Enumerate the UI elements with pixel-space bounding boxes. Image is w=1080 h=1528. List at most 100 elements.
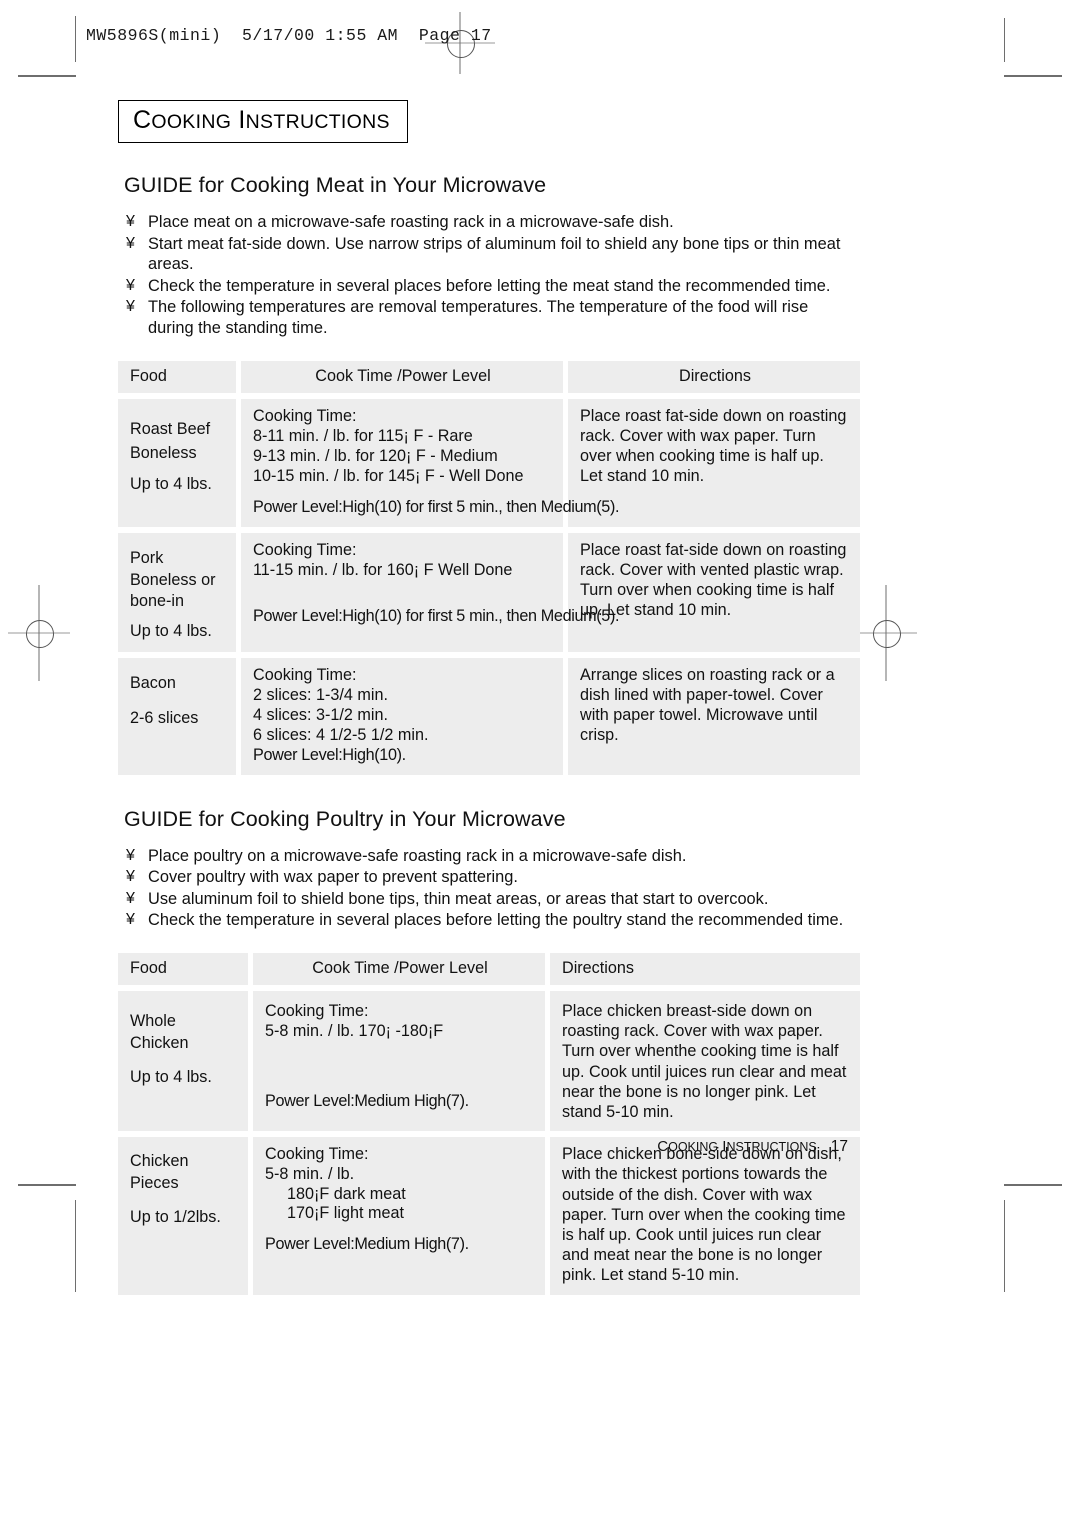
footer-cap-1: C [657,1138,669,1155]
list-item-text: Cover poultry with wax paper to prevent … [148,868,518,887]
printed-page: MW5896S(mini) 5/17/00 1:55 AM Page 17 CO… [0,0,1080,1528]
bullet-glyph-icon: ¥ [126,846,135,864]
registration-mark-left [8,585,70,681]
cook-time-line: 8-11 min. / lb. for 115¡ F - Rare [253,426,473,445]
crop-mark-bottom-left-vertical [75,1200,76,1292]
page-footer: COOKING INSTRUCTIONS 17 [118,1138,848,1156]
cook-time-line: 6 slices: 4 1/2-5 1/2 min. [253,726,429,745]
list-item-text: The following temperatures are removal t… [148,298,809,337]
cook-time-line: 10-15 min. / lb. for 145¡ F - Well Done [253,467,524,486]
cook-time-line: 5-8 min. / lb. [265,1165,355,1184]
section-heading-poultry: GUIDE for Cooking Poultry in Your Microw… [124,806,566,831]
chapter-title: COOKING INSTRUCTIONS [133,108,390,133]
food-weight: Up to 4 lbs. [130,621,212,640]
food-weight: 2-6 slices [130,708,199,727]
poultry-guide-table: Food Cook Time /Power Level Directions W… [113,947,865,1301]
food-name: Bacon [130,673,176,692]
column-header-directions: Directions [679,366,751,385]
bullet-glyph-icon: ¥ [126,298,135,316]
food-detail: Chicken [130,1033,189,1052]
footer-rest-2: NSTRUCTIONS [726,1140,817,1154]
column-header-food: Food [130,366,167,385]
chapter-title-box: COOKING INSTRUCTIONS [118,100,408,143]
slug-rule [75,16,76,60]
chapter-title-cap-2b: I [238,106,246,134]
directions-text: Place roast fat-side down on roasting ra… [580,406,847,486]
bullet-glyph-icon: ¥ [126,213,135,230]
bullet-glyph-icon: ¥ [126,276,135,294]
food-weight: Up to 4 lbs. [130,1067,212,1086]
list-item: ¥ Cover poultry with wax paper to prevent… [118,867,848,888]
bullet-glyph-icon: ¥ [126,234,135,252]
printer-slug-text: MW5896S(mini) 5/17/00 1:55 AM Page 17 [86,26,492,45]
cook-time-line: 5-8 min. / lb. 170¡ -180¡F [265,1022,444,1041]
power-level-line: Power Level:High(10). [253,746,406,765]
list-item-text: Use aluminum foil to shield bone tips, t… [148,889,769,908]
list-item: ¥ The following temperatures are removal … [118,297,848,338]
list-item-text: Place meat on a microwave-safe roasting … [148,213,674,231]
column-header-food: Food [130,958,167,977]
table-header-row: Food Cook Time /Power Level Directions [118,360,860,393]
food-weight: Up to 1/2lbs. [130,1208,221,1227]
crop-mark-top-left-horizontal [18,75,76,77]
table-row: Whole Chicken Up to 4 lbs. Cooking Time:… [118,990,860,1132]
cook-time-line: 11-15 min. / lb. for 160¡ F Well Done [253,560,513,579]
list-item-text: Check the temperature in several places … [148,276,831,295]
food-detail: Boneless [130,443,197,462]
list-item: ¥ Place meat on a microwave-safe roasting… [118,212,848,233]
cook-time-line: 9-13 min. / lb. for 120¡ F - Medium [253,446,498,465]
food-detail: bone-in [130,591,185,610]
page-content: COOKING INSTRUCTIONS GUIDE for Cooking M… [118,100,860,1305]
food-name: Whole [130,1011,176,1030]
food-detail: Pieces [130,1174,179,1193]
list-item: ¥ Check the temperature in several places… [118,910,848,931]
chapter-title-rest-1: OOKING [151,111,232,133]
food-name: Roast Beef [130,419,211,438]
list-item-text: Check the temperature in several places … [148,911,844,930]
cook-time-title: Cooking Time: [253,406,357,425]
crop-mark-top-right-horizontal [1004,75,1062,77]
chapter-title-cap-1: C [133,106,152,134]
cook-time-title: Cooking Time: [253,665,357,684]
food-weight: Up to 4 lbs. [130,474,212,493]
cook-time-line: 170¡F light meat [287,1203,404,1222]
list-item: ¥ Start meat fat-side down. Use narrow st… [118,234,848,275]
directions-text: Place roast fat-side down on roasting ra… [580,540,847,620]
crop-mark-bottom-right-horizontal [1004,1184,1062,1186]
table-row: Roast Beef Boneless Up to 4 lbs. Cooking… [118,398,860,527]
list-item-text: Start meat fat-side down. Use narrow str… [148,234,841,274]
power-level-line: Power Level:Medium High(7). [265,1092,469,1111]
list-item: ¥ Check the temperature in several places… [118,276,848,297]
directions-text: Arrange slices on roasting rack or a dis… [580,665,835,745]
list-item-text: Place poultry on a microwave-safe roasti… [148,846,687,865]
footer-rest-1: OOKING [668,1140,719,1154]
cook-time-line: 180¡F dark meat [287,1184,406,1203]
table-row: Pork Boneless or bone-in Up to 4 lbs. Co… [118,532,860,652]
directions-text: Place chicken breast-side down on roasti… [562,1001,847,1121]
crop-mark-bottom-left-horizontal [18,1184,76,1186]
table-header-row: Food Cook Time /Power Level Directions [118,952,860,985]
power-level-line: Power Level:Medium High(7). [265,1234,469,1253]
chapter-title-rest-2: NSTRUCTIONS [245,111,390,133]
column-header-directions: Directions [562,958,634,977]
list-item: ¥ Use aluminum foil to shield bone tips, … [118,889,848,910]
bullet-glyph-icon: ¥ [126,868,135,886]
bullet-list-poultry: ¥ Place poultry on a microwave-safe roast… [118,846,848,931]
food-name: Pork [130,548,164,567]
cook-time-title: Cooking Time: [265,1001,369,1020]
section-heading-meat: GUIDE for Cooking Meat in Your Microwave [124,173,547,197]
bullet-list-meat: ¥ Place meat on a microwave-safe roasting… [118,212,848,339]
bullet-glyph-icon: ¥ [126,889,135,907]
power-level-line: Power Level:High(10) for first 5 min., t… [253,498,620,517]
directions-text: Place chicken bone-side down on dish, wi… [562,1145,846,1285]
crop-mark-top-right-vertical [1004,18,1005,62]
crop-mark-bottom-right-vertical [1004,1200,1005,1292]
column-header-cook-time: Cook Time /Power Level [315,366,491,385]
bullet-glyph-icon: ¥ [126,911,135,929]
meat-guide-table: Food Cook Time /Power Level Directions R… [113,355,865,781]
column-header-cook-time: Cook Time /Power Level [312,958,488,977]
food-detail: Boneless or [130,570,216,589]
cook-time-line: 2 slices: 1-3/4 min. [253,685,388,704]
page-number: 17 [830,1138,848,1155]
table-row: Chicken Pieces Up to 1/2lbs. Cooking Tim… [118,1137,860,1295]
